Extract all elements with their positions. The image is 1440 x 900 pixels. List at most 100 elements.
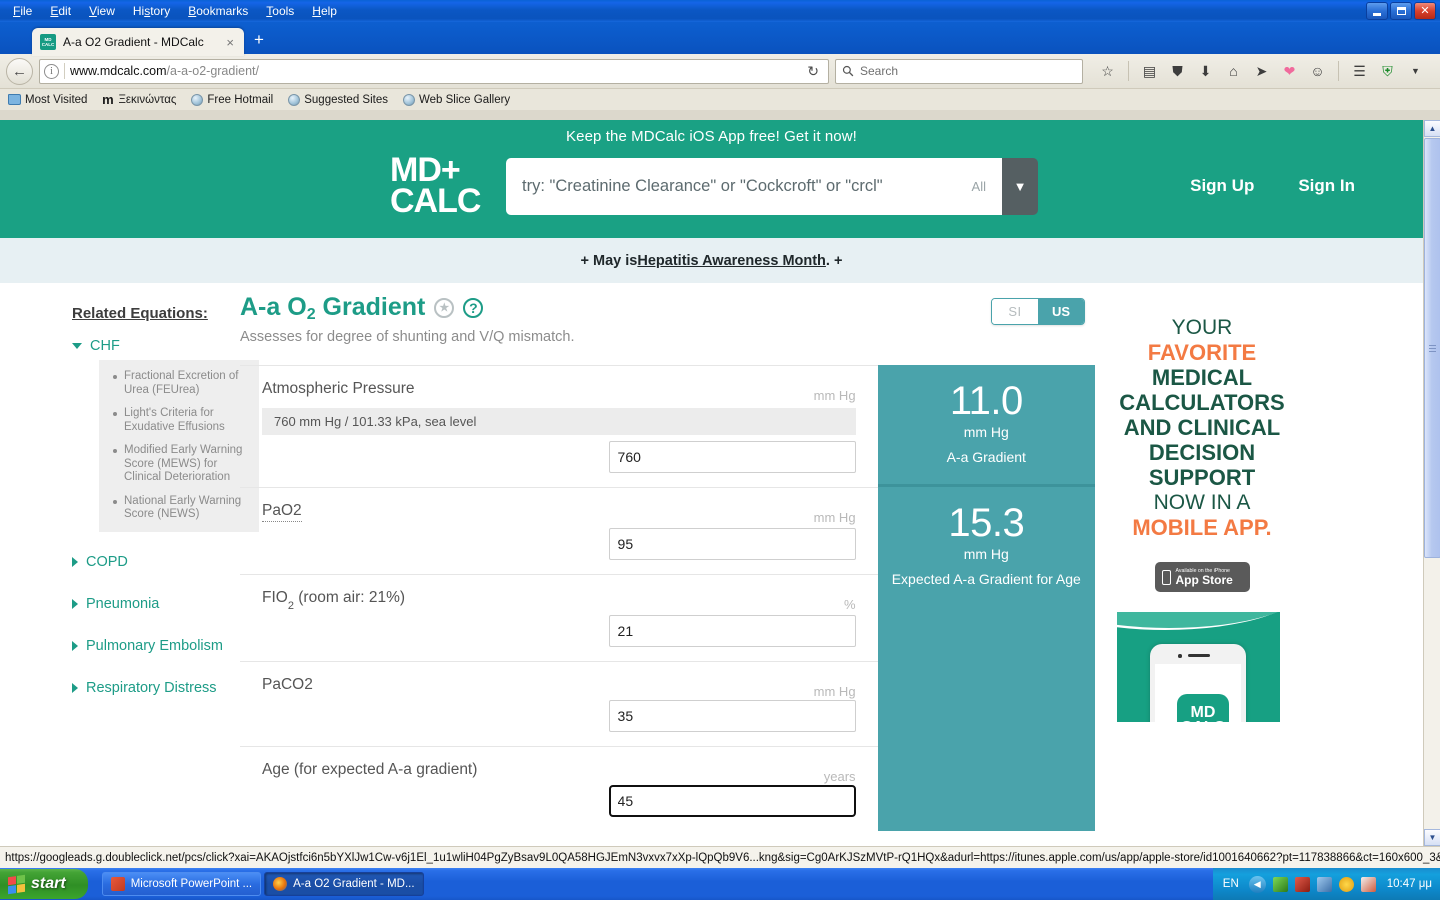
start-button[interactable]: start (0, 869, 88, 899)
atmospheric-pressure-input[interactable] (608, 441, 856, 473)
site-info-icon[interactable]: i (44, 63, 59, 79)
sidebar-group-copd[interactable]: COPD (72, 554, 230, 570)
menu-bookmarks[interactable]: Bookmarks (179, 2, 257, 21)
list-item[interactable]: National Early Warning Score (NEWS) (99, 495, 249, 522)
app-store-badge[interactable]: Available on the iPhone App Store (1154, 562, 1250, 592)
browser-tab[interactable]: MD CALC A-a O2 Gradient - MDCalc × (32, 28, 244, 56)
list-item[interactable]: Light's Criteria for Exudative Effusions (99, 407, 249, 444)
help-question-icon[interactable]: ? (463, 297, 484, 318)
office-icon[interactable] (1360, 876, 1376, 892)
menu-help[interactable]: Help (303, 2, 346, 21)
star-icon[interactable]: ☆ (1095, 59, 1120, 84)
bullet-icon (113, 499, 117, 504)
menu-view[interactable]: View (80, 2, 124, 21)
list-item[interactable]: Modified Early Warning Score (MEWS) for … (99, 444, 249, 495)
site-search-input[interactable]: try: "Creatinine Clearance" or "Cockcrof… (506, 157, 1002, 215)
unit-toggle-us[interactable]: US (1038, 299, 1084, 324)
home-icon[interactable]: ⌂ (1221, 59, 1246, 84)
browser-search-box[interactable]: Search (835, 58, 1083, 84)
bookmark-most-visited[interactable]: Most Visited (8, 93, 87, 106)
smiley-icon[interactable]: ☺ (1305, 59, 1330, 84)
menu-file[interactable]: File (4, 2, 41, 21)
minimize-button[interactable] (1366, 2, 1388, 20)
paco2-input[interactable] (608, 700, 856, 733)
unit-toggle[interactable]: SI US (991, 298, 1085, 325)
sign-up-link[interactable]: Sign Up (1190, 176, 1254, 196)
update-icon[interactable] (1338, 876, 1354, 892)
sign-in-link[interactable]: Sign In (1298, 176, 1355, 196)
menu-history[interactable]: History (124, 2, 179, 21)
system-tray: EN ◀ 10:47 μμ (1212, 868, 1440, 900)
window-titlebar: File Edit View History Bookmarks Tools H… (0, 0, 1440, 22)
title-subscript: 2 (306, 306, 316, 323)
field-label[interactable]: PaO2 (262, 502, 302, 522)
awareness-prefix: + May is (580, 252, 638, 269)
sidebar-group-respiratory-distress[interactable]: Respiratory Distress (72, 680, 230, 696)
overflow-chevron-icon[interactable]: ▼ (1403, 59, 1428, 84)
pocket-icon[interactable]: ⛊ (1165, 59, 1190, 84)
taskbar-item-powerpoint[interactable]: Microsoft PowerPoint ... (101, 872, 262, 896)
reload-icon[interactable]: ↻ (802, 63, 824, 80)
result-a-a-gradient: 11.0 mm Hg A-a Gradient (877, 365, 1095, 487)
awareness-link[interactable]: Hepatitis Awareness Month (637, 253, 826, 269)
list-item[interactable]: Fractional Excretion of Urea (FEUrea) (99, 370, 249, 407)
heart-icon[interactable]: ❤ (1277, 59, 1302, 84)
phone-speaker-icon (1188, 654, 1210, 657)
close-button[interactable]: ✕ (1414, 2, 1436, 20)
fio2-input[interactable] (608, 615, 856, 648)
menu-edit[interactable]: Edit (41, 2, 80, 21)
page-viewport: Keep the MDCalc iOS App free! Get it now… (0, 120, 1423, 846)
bookmark-getting-started[interactable]: m Ξεκινώντας (101, 92, 176, 107)
scroll-down-button[interactable]: ▼ (1424, 829, 1440, 846)
windows-taskbar: start Microsoft PowerPoint ... A-a O2 Gr… (0, 868, 1440, 900)
calculator-fields: Atmospheric Pressure mm Hg 760 mm Hg / 1… (240, 365, 878, 831)
chevron-down-icon (72, 343, 82, 349)
app-store-text: Available on the iPhone App Store (1176, 568, 1233, 587)
scrollbar-thumb[interactable] (1424, 138, 1440, 558)
calculator-panel: A-a O2 Gradient ★ ? Assesses for degree … (230, 293, 1095, 832)
vertical-scrollbar[interactable]: ▲ ▼ (1423, 120, 1440, 846)
favorite-star-icon[interactable]: ★ (434, 297, 455, 318)
show-hidden-icons-button[interactable]: ◀ (1248, 875, 1266, 893)
url-path: /a-a-o2-gradient/ (166, 64, 259, 78)
sidebar-group-chf[interactable]: CHF (72, 338, 230, 354)
ad-line: YOUR (1171, 316, 1233, 339)
reader-icon[interactable]: ▤ (1137, 59, 1162, 84)
security-icon[interactable] (1294, 876, 1310, 892)
network-icon[interactable] (1316, 876, 1332, 892)
site-search-scope: All (971, 178, 986, 194)
unit-toggle-si[interactable]: SI (992, 299, 1038, 324)
promo-banner[interactable]: Keep the MDCalc iOS App free! Get it now… (0, 120, 1423, 145)
field-atmospheric-pressure: Atmospheric Pressure mm Hg 760 mm Hg / 1… (240, 366, 878, 488)
age-input[interactable] (607, 784, 857, 819)
ad-line: SUPPORT (1148, 465, 1256, 490)
bookmark-free-hotmail[interactable]: Free Hotmail (190, 93, 273, 106)
site-search-dropdown-icon[interactable]: ▼ (1002, 157, 1038, 215)
sidebar-group-label: CHF (90, 338, 120, 354)
sidebar-group-label: COPD (86, 553, 128, 570)
new-tab-button[interactable]: + (254, 30, 264, 50)
pao2-input[interactable] (608, 528, 856, 560)
scroll-up-button[interactable]: ▲ (1424, 120, 1440, 137)
bookmark-web-slice-gallery[interactable]: Web Slice Gallery (402, 93, 510, 106)
sidebar-group-pulmonary-embolism[interactable]: Pulmonary Embolism (72, 638, 230, 654)
volume-icon[interactable] (1272, 876, 1288, 892)
sidebar-group-pneumonia[interactable]: Pneumonia (72, 596, 230, 612)
bookmark-suggested-sites[interactable]: Suggested Sites (287, 93, 388, 106)
clock[interactable]: 10:47 μμ (1387, 878, 1432, 890)
maximize-button[interactable] (1390, 2, 1412, 20)
back-button[interactable]: ← (6, 57, 33, 85)
menu-tools[interactable]: Tools (257, 2, 303, 21)
mdcalc-logo[interactable]: MD+ CALC (390, 153, 498, 218)
language-indicator[interactable]: EN (1223, 878, 1239, 890)
field-header: Atmospheric Pressure mm Hg (262, 380, 856, 403)
downloads-icon[interactable]: ⬇ (1193, 59, 1218, 84)
field-unit: % (843, 597, 856, 612)
hamburger-menu-icon[interactable]: ☰ (1347, 59, 1372, 84)
addon-shield-icon[interactable]: ⛨ (1375, 59, 1400, 84)
send-icon[interactable]: ➤ (1249, 59, 1274, 84)
advertisement[interactable]: YOUR FAVORITE MEDICAL CALCULATORS AND CL… (1095, 293, 1295, 831)
tab-close-icon[interactable]: × (224, 35, 236, 50)
taskbar-item-firefox[interactable]: A-a O2 Gradient - MD... (264, 872, 424, 896)
address-bar[interactable]: i www.mdcalc.com/a-a-o2-gradient/ ↻ (39, 58, 829, 84)
